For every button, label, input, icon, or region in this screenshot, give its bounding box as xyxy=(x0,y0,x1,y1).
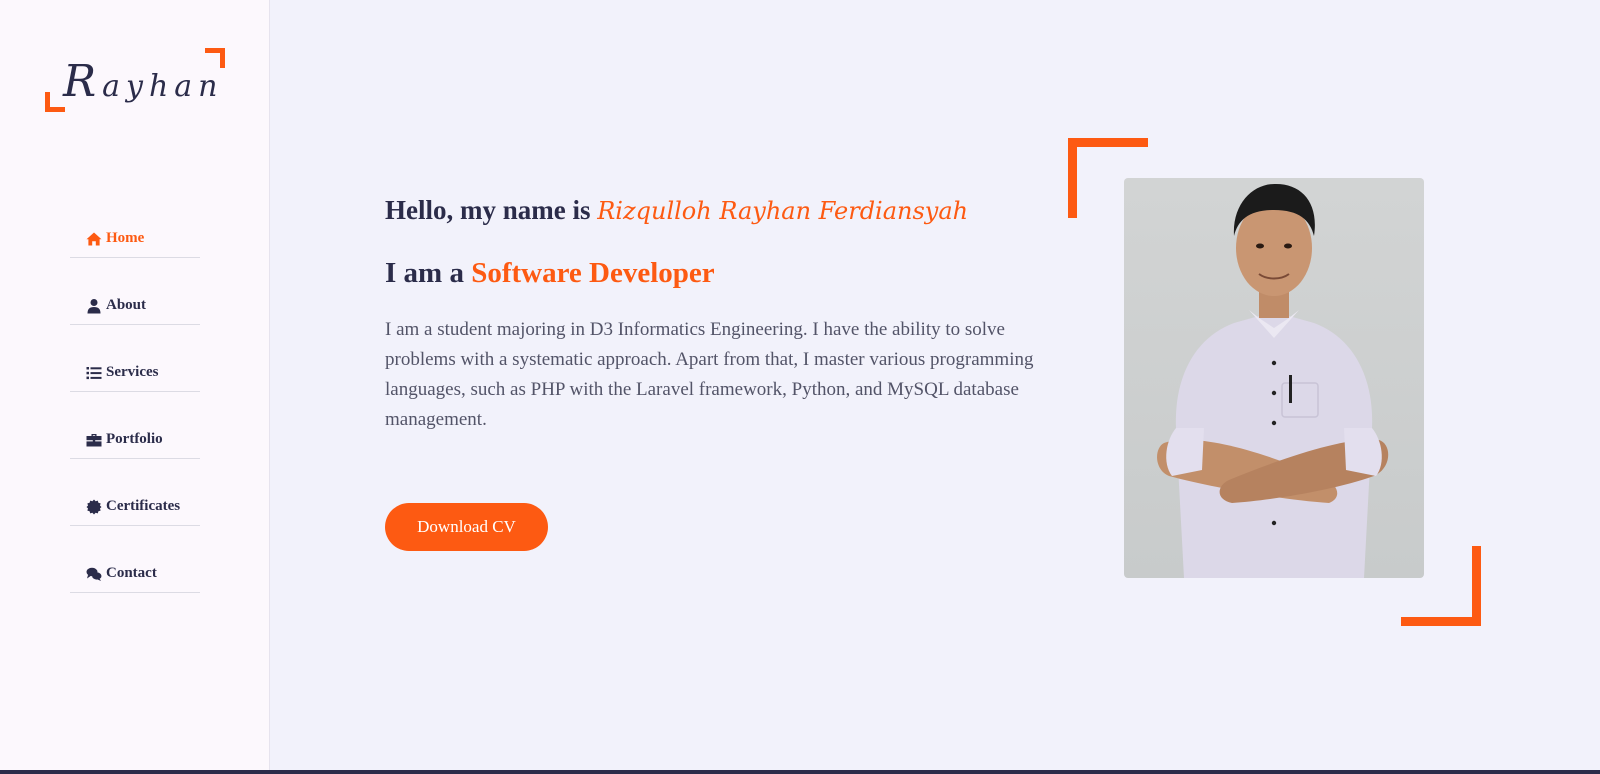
download-cv-button[interactable]: Download CV xyxy=(385,503,548,551)
greeting-heading: Hello, my name is Rizqulloh Rayhan Ferdi… xyxy=(385,195,968,226)
nav-item-services[interactable]: Services xyxy=(70,354,200,392)
logo-corner-bottom-left xyxy=(45,92,65,112)
logo-text: Rayhan xyxy=(63,56,224,107)
nav-item-label: Certificates xyxy=(106,498,181,514)
greeting-text: Hello, my name is xyxy=(385,195,591,225)
comments-icon xyxy=(85,566,103,582)
nav-item-contact[interactable]: Contact xyxy=(70,555,200,593)
briefcase-icon xyxy=(85,432,103,448)
profile-photo xyxy=(1124,178,1424,578)
user-icon xyxy=(85,298,103,314)
nav-item-label: Portfolio xyxy=(106,431,163,447)
nav-item-portfolio[interactable]: Portfolio xyxy=(70,421,200,459)
certificate-icon xyxy=(85,499,103,515)
nav-item-label: Home xyxy=(106,230,145,246)
nav-item-certificates[interactable]: Certificates xyxy=(70,488,200,526)
role-title: Software Developer xyxy=(471,257,715,289)
logo-cap: R xyxy=(63,56,103,107)
nav-item-label: Services xyxy=(106,364,159,380)
role-prefix: I am a xyxy=(385,257,464,289)
full-name: Rizqulloh Rayhan Ferdiansyah xyxy=(597,197,969,225)
nav-item-about[interactable]: About xyxy=(70,287,200,325)
nav-item-home[interactable]: Home xyxy=(70,220,200,258)
list-icon xyxy=(85,365,103,381)
nav-item-label: About xyxy=(106,297,147,313)
bio-paragraph: I am a student majoring in D3 Informatic… xyxy=(385,319,1034,430)
sidebar: Rayhan Home About Services Portfolio Cer… xyxy=(0,0,270,774)
logo[interactable]: Rayhan xyxy=(45,48,225,112)
sidebar-nav: Home About Services Portfolio Certificat… xyxy=(70,220,200,622)
logo-rest: ayhan xyxy=(102,69,224,104)
nav-item-label: Contact xyxy=(106,565,157,581)
home-icon xyxy=(85,231,103,247)
role-heading: I am a Software Developer xyxy=(385,257,715,290)
bottom-edge xyxy=(0,770,1600,774)
